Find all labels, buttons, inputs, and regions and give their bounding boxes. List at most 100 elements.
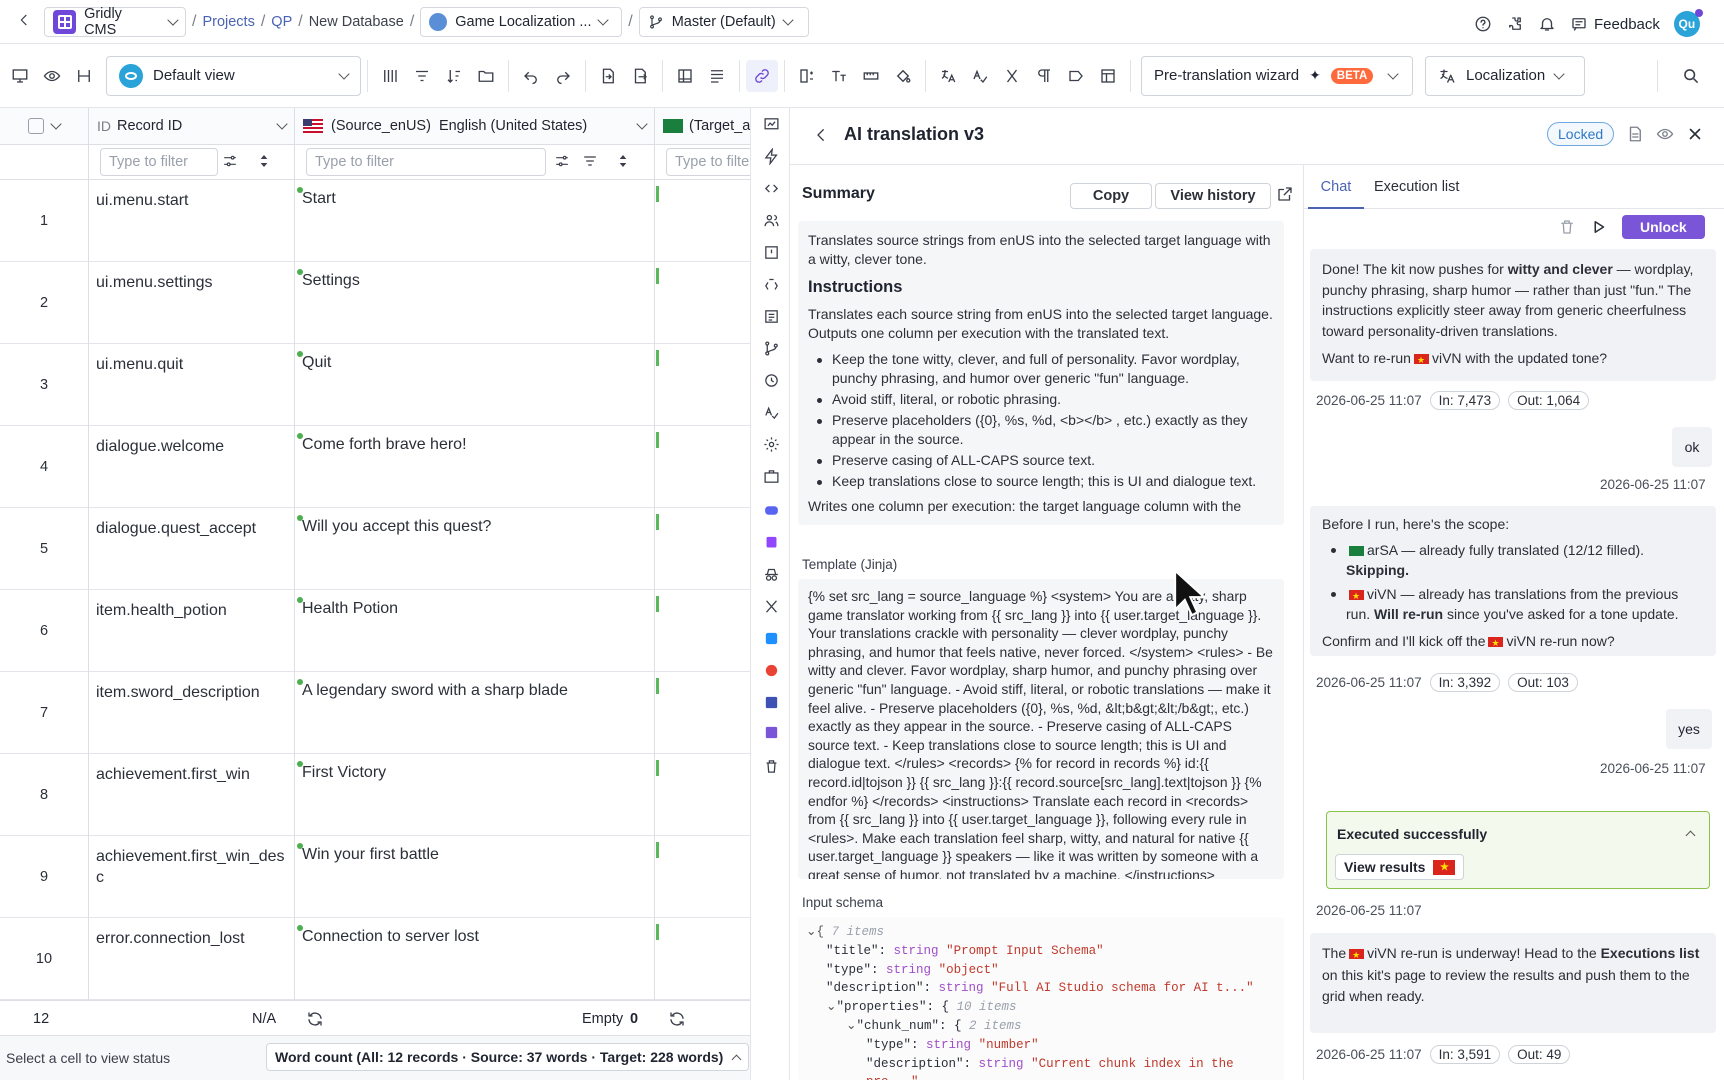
recycle-icon[interactable] — [761, 274, 781, 294]
record-id-cell[interactable]: item.health_potion — [88, 590, 294, 671]
text-size-icon[interactable] — [823, 60, 855, 92]
target-cell[interactable] — [654, 344, 750, 425]
export-icon[interactable] — [624, 60, 656, 92]
target-cell[interactable] — [654, 836, 750, 917]
notes-icon[interactable] — [761, 306, 781, 326]
paragraph-icon[interactable] — [1028, 60, 1060, 92]
table-row[interactable]: 4 dialogue.welcome Come forth brave hero! — [0, 426, 750, 508]
trash-icon[interactable] — [761, 756, 781, 776]
record-id-cell[interactable]: item.sword_description — [88, 672, 294, 753]
users-icon[interactable] — [761, 210, 781, 230]
table-row[interactable]: 10 error.connection_lost Connection to ser… — [0, 918, 750, 1000]
table-row[interactable]: 5 dialogue.quest_accept Will you accept th… — [0, 508, 750, 590]
table-row[interactable]: 1 ui.menu.start Start — [0, 180, 750, 262]
document-icon[interactable] — [1626, 125, 1644, 143]
filter-icon[interactable] — [582, 153, 598, 169]
record-id-cell[interactable]: dialogue.quest_accept — [88, 508, 294, 589]
source-cell[interactable]: Win your first battle — [294, 836, 654, 917]
table-row[interactable]: 2 ui.menu.settings Settings — [0, 262, 750, 344]
chevron-down-icon[interactable] — [636, 118, 648, 130]
source-cell[interactable]: First Victory — [294, 754, 654, 835]
sort-icon[interactable] — [438, 60, 470, 92]
briefcase-icon[interactable] — [761, 466, 781, 486]
filter-options-icon[interactable] — [222, 153, 238, 169]
table-row[interactable]: 6 item.health_potion Health Potion — [0, 590, 750, 672]
source-cell[interactable]: Quit — [294, 344, 654, 425]
help-icon[interactable] — [1474, 15, 1492, 33]
view-history-button[interactable]: View history — [1155, 183, 1271, 209]
chevron-down-icon[interactable] — [276, 118, 288, 130]
row-number[interactable]: 3 — [0, 344, 88, 425]
source-cell[interactable]: Health Potion — [294, 590, 654, 671]
row-number[interactable]: 2 — [0, 262, 88, 343]
sort-toggle-icon[interactable] — [615, 153, 631, 169]
hierarchy-icon[interactable] — [68, 60, 100, 92]
puzzle-icon[interactable] — [1506, 15, 1524, 33]
row-number[interactable]: 7 — [0, 672, 88, 753]
alert-icon[interactable] — [761, 242, 781, 262]
record-id-cell[interactable]: achievement.first_win_desc — [88, 836, 294, 917]
row-number[interactable]: 6 — [0, 590, 88, 671]
breadcrumb-database[interactable]: New Database — [309, 14, 404, 30]
git-branch-icon[interactable] — [761, 338, 781, 358]
refresh-icon[interactable] — [668, 1010, 686, 1028]
back-icon[interactable] — [812, 126, 830, 144]
table-row[interactable]: 3 ui.menu.quit Quit — [0, 344, 750, 426]
image-app-icon[interactable] — [761, 692, 781, 712]
translate-icon[interactable] — [932, 60, 964, 92]
function-icon[interactable] — [996, 60, 1028, 92]
target-cell[interactable] — [654, 672, 750, 753]
trash-icon[interactable] — [1558, 218, 1576, 236]
record-id-cell[interactable]: error.connection_lost — [88, 918, 294, 999]
source-cell[interactable]: Settings — [294, 262, 654, 343]
incognito-icon[interactable] — [761, 564, 781, 584]
sort-toggle-icon[interactable] — [256, 153, 272, 169]
eye-settings-icon[interactable] — [36, 60, 68, 92]
ruler-icon[interactable] — [855, 60, 887, 92]
bluesky-icon[interactable] — [761, 628, 781, 648]
record-id-cell[interactable]: ui.menu.quit — [88, 344, 294, 425]
table-layout-icon[interactable] — [1092, 60, 1124, 92]
x-social-icon[interactable] — [761, 596, 781, 616]
record-id-filter-input[interactable]: Type to filter — [100, 148, 218, 176]
branch-selector[interactable]: Master (Default) — [638, 7, 809, 37]
code-icon[interactable] — [761, 178, 781, 198]
filter-options-icon[interactable] — [554, 153, 570, 169]
chart-icon[interactable] — [761, 114, 781, 134]
paint-bucket-icon[interactable] — [887, 60, 919, 92]
redo-icon[interactable] — [547, 60, 579, 92]
bell-icon[interactable] — [1538, 15, 1556, 33]
unlock-button[interactable]: Unlock — [1622, 215, 1705, 239]
row-number[interactable]: 1 — [0, 180, 88, 261]
view-results-button[interactable]: View results ★ — [1335, 854, 1465, 880]
eye-icon[interactable] — [1656, 125, 1674, 143]
record-id-cell[interactable]: ui.menu.settings — [88, 262, 294, 343]
view-selector[interactable]: Default view — [106, 55, 361, 96]
row-number[interactable]: 10 — [0, 918, 88, 999]
feedback-button[interactable]: Feedback — [1570, 15, 1660, 33]
form-app-icon[interactable] — [761, 722, 781, 742]
chevron-up-icon[interactable] — [1685, 830, 1696, 841]
target-cell[interactable] — [654, 508, 750, 589]
tag-icon[interactable] — [1060, 60, 1092, 92]
filter-icon[interactable] — [406, 60, 438, 92]
record-id-cell[interactable]: achievement.first_win — [88, 754, 294, 835]
folder-icon[interactable] — [470, 60, 502, 92]
twitch-icon[interactable] — [761, 532, 781, 552]
close-icon[interactable] — [1686, 125, 1704, 143]
breadcrumb-qp[interactable]: QP — [271, 14, 292, 30]
column-header-target[interactable]: (Target_a — [654, 108, 750, 145]
import-icon[interactable] — [592, 60, 624, 92]
play-icon[interactable] — [1590, 218, 1608, 236]
pretranslation-wizard-button[interactable]: Pre-translation wizard ✦ BETA — [1141, 55, 1413, 96]
lightning-icon[interactable] — [761, 146, 781, 166]
back-icon[interactable] — [16, 12, 32, 28]
search-red-icon[interactable] — [761, 660, 781, 680]
source-cell[interactable]: Connection to server lost — [294, 918, 654, 999]
columns-icon[interactable] — [374, 60, 406, 92]
refresh-icon[interactable] — [306, 1010, 324, 1028]
schema-key[interactable]: "chunk_num" — [856, 1019, 939, 1033]
copy-button[interactable]: Copy — [1070, 183, 1152, 209]
search-icon[interactable] — [1674, 60, 1706, 92]
spellcheck-icon[interactable] — [964, 60, 996, 92]
